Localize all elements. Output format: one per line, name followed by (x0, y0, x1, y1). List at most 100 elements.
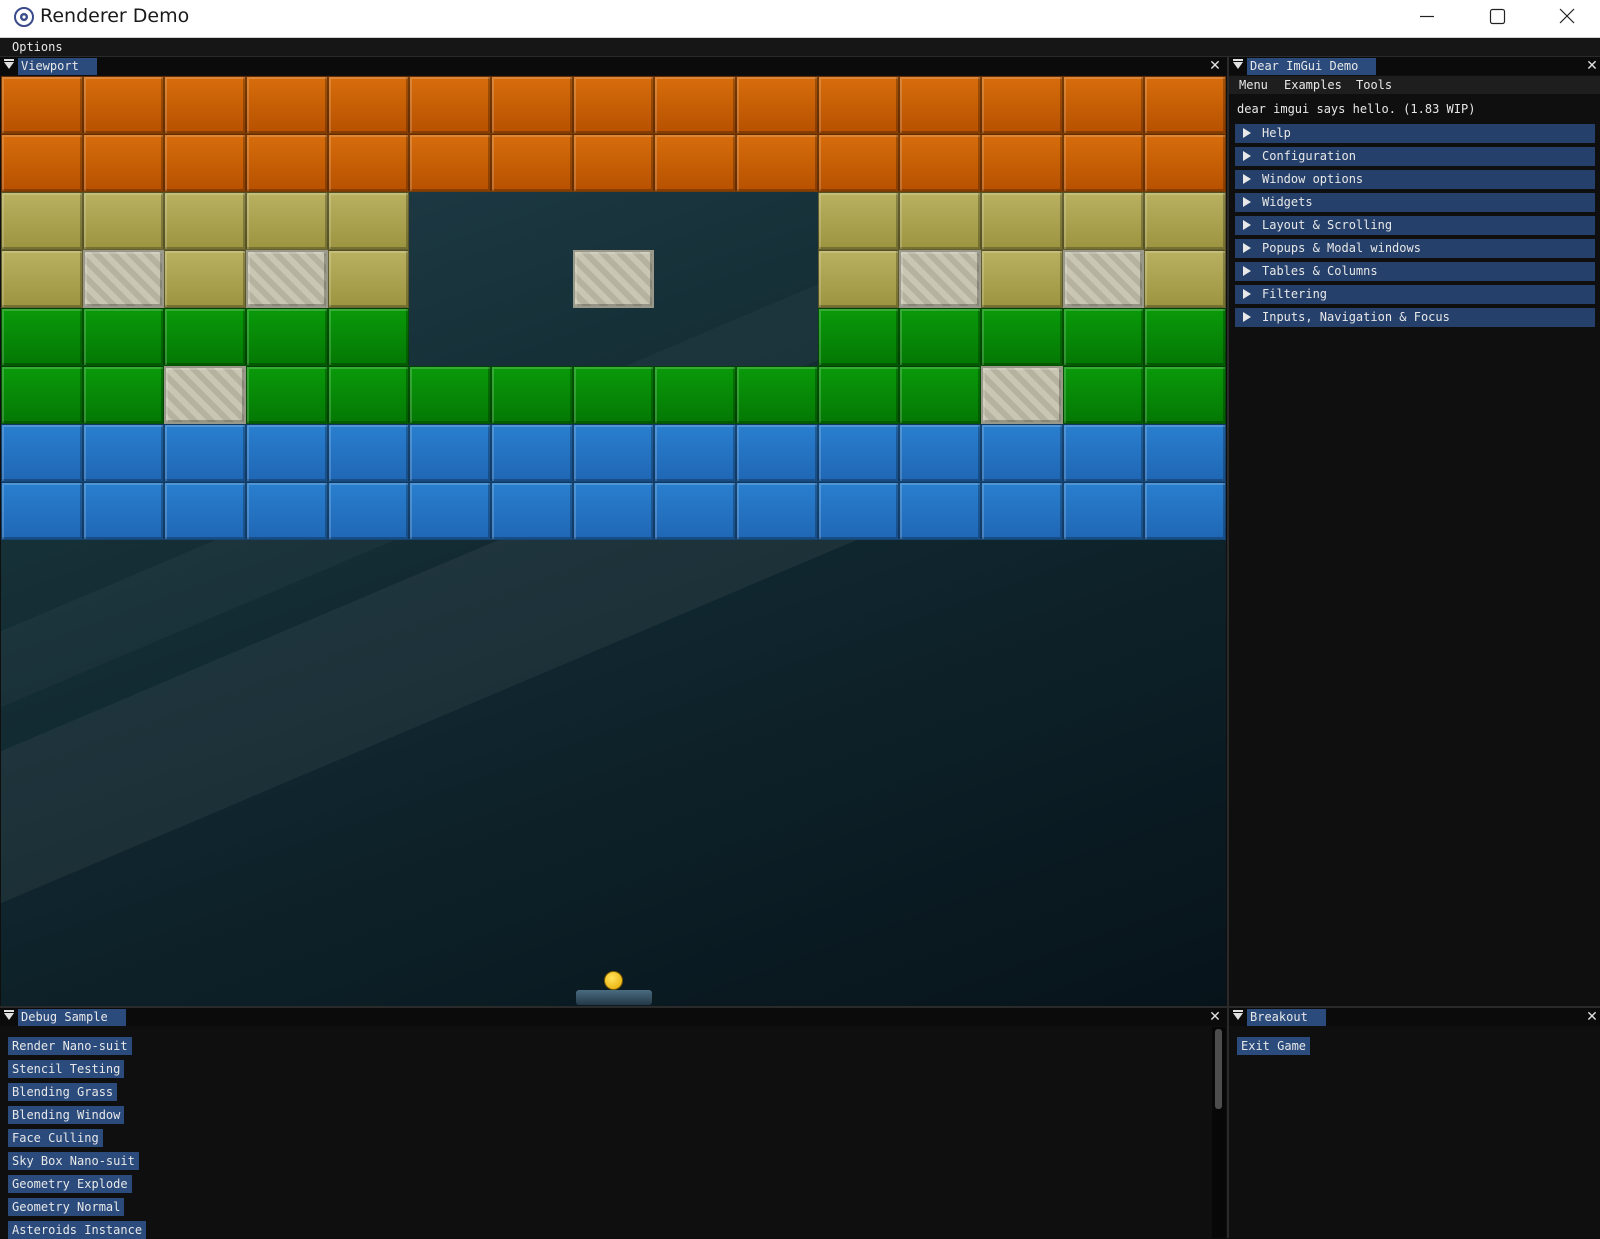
header-label: Inputs, Navigation & Focus (1262, 310, 1450, 324)
collapse-icon[interactable] (4, 59, 14, 69)
blue-brick (246, 424, 328, 482)
orange-brick (572, 134, 655, 192)
orange-brick (736, 76, 818, 134)
orange-brick (1, 134, 83, 192)
blue-brick (409, 482, 491, 540)
header-help[interactable]: Help (1235, 124, 1595, 143)
green-brick (164, 308, 246, 366)
geometry-explode-button[interactable]: Geometry Explode (8, 1175, 132, 1193)
stencil-testing-button[interactable]: Stencil Testing (8, 1060, 125, 1078)
debug-sample-panel: Debug Sample ✕ Render Nano-suit Stencil … (0, 1008, 1227, 1239)
debug-scrollbar[interactable] (1212, 1027, 1226, 1238)
expand-arrow-icon (1243, 128, 1251, 138)
blue-brick (1062, 482, 1145, 540)
orange-brick (246, 76, 328, 134)
debug-tab[interactable]: Debug Sample (18, 1009, 126, 1026)
close-icon (1559, 8, 1575, 24)
green-brick (1, 308, 83, 366)
maximize-button[interactable] (1462, 0, 1532, 33)
header-tables-columns[interactable]: Tables & Columns (1235, 262, 1595, 281)
blue-brick (82, 482, 165, 540)
close-window-button[interactable] (1532, 0, 1600, 33)
debug-header: Debug Sample ✕ (0, 1008, 1227, 1026)
exit-game-button[interactable]: Exit Game (1237, 1037, 1311, 1055)
minimize-icon (1420, 15, 1434, 18)
header-label: Help (1262, 126, 1291, 140)
menu-options[interactable]: Options (12, 40, 63, 54)
close-icon[interactable]: ✕ (1207, 57, 1223, 75)
collapse-icon[interactable] (1233, 1010, 1243, 1020)
orange-brick (899, 134, 981, 192)
blue-brick (817, 424, 900, 482)
collapse-icon[interactable] (1233, 59, 1243, 69)
olive-brick (327, 250, 410, 308)
header-filtering[interactable]: Filtering (1235, 285, 1595, 304)
expand-arrow-icon (1243, 243, 1251, 253)
orange-brick (164, 76, 246, 134)
green-brick (491, 366, 573, 424)
orange-brick (817, 134, 900, 192)
blending-window-button[interactable]: Blending Window (8, 1106, 125, 1124)
menu-menu[interactable]: Menu (1239, 78, 1268, 92)
olive-brick (164, 250, 246, 308)
dock-splitter-vertical[interactable] (1227, 57, 1229, 1238)
green-brick (1144, 308, 1226, 366)
green-brick (82, 308, 165, 366)
geometry-normal-button[interactable]: Geometry Normal (8, 1198, 125, 1216)
header-window-options[interactable]: Window options (1235, 170, 1595, 189)
header-popups-modal[interactable]: Popups & Modal windows (1235, 239, 1595, 258)
imgui-demo-panel: Dear ImGui Demo ✕ Menu Examples Tools de… (1229, 57, 1600, 1007)
viewport-tab[interactable]: Viewport (18, 58, 97, 75)
collapse-icon[interactable] (4, 1010, 14, 1020)
menu-examples[interactable]: Examples (1284, 78, 1342, 92)
olive-brick (82, 192, 165, 250)
window-title-bar[interactable]: Renderer Demo (0, 0, 1600, 38)
orange-brick (82, 76, 165, 134)
orange-brick (981, 76, 1063, 134)
game-canvas[interactable] (1, 76, 1226, 1006)
green-brick (409, 366, 491, 424)
blending-grass-button[interactable]: Blending Grass (8, 1083, 118, 1101)
orange-brick (654, 76, 736, 134)
dock-splitter-horizontal[interactable] (0, 1006, 1600, 1008)
header-label: Filtering (1262, 287, 1328, 301)
breakout-tab[interactable]: Breakout (1247, 1009, 1326, 1026)
solid-brick (1062, 250, 1145, 308)
olive-brick (981, 250, 1063, 308)
solid-brick (572, 250, 655, 308)
blue-brick (491, 482, 573, 540)
blue-brick (572, 424, 655, 482)
demo-tab[interactable]: Dear ImGui Demo (1247, 58, 1377, 75)
blue-brick (327, 482, 410, 540)
close-icon[interactable]: ✕ (1207, 1008, 1223, 1026)
olive-brick (1062, 192, 1145, 250)
orange-brick (1144, 134, 1226, 192)
header-inputs-navigation[interactable]: Inputs, Navigation & Focus (1235, 308, 1595, 327)
minimize-button[interactable] (1392, 0, 1462, 33)
olive-brick (817, 250, 900, 308)
orange-brick (1, 76, 83, 134)
header-layout-scrolling[interactable]: Layout & Scrolling (1235, 216, 1595, 235)
olive-brick (164, 192, 246, 250)
header-widgets[interactable]: Widgets (1235, 193, 1595, 212)
green-brick (899, 366, 981, 424)
close-icon[interactable]: ✕ (1584, 1008, 1600, 1026)
scrollbar-thumb[interactable] (1215, 1029, 1222, 1109)
olive-brick (899, 192, 981, 250)
orange-brick (1062, 76, 1145, 134)
green-brick (817, 308, 900, 366)
menu-tools[interactable]: Tools (1356, 78, 1392, 92)
close-icon[interactable]: ✕ (1584, 57, 1600, 75)
face-culling-button[interactable]: Face Culling (8, 1129, 103, 1147)
blue-brick (572, 482, 655, 540)
header-configuration[interactable]: Configuration (1235, 147, 1595, 166)
blue-brick (899, 424, 981, 482)
expand-arrow-icon (1243, 312, 1251, 322)
asteroids-instance-button[interactable]: Asteroids Instance (8, 1221, 147, 1239)
sky-box-nano-suit-button[interactable]: Sky Box Nano-suit (8, 1152, 139, 1170)
green-brick (899, 308, 981, 366)
viewport-header: Viewport ✕ (0, 57, 1227, 75)
blue-brick (164, 424, 246, 482)
expand-arrow-icon (1243, 197, 1251, 207)
render-nano-suit-button[interactable]: Render Nano-suit (8, 1037, 132, 1055)
